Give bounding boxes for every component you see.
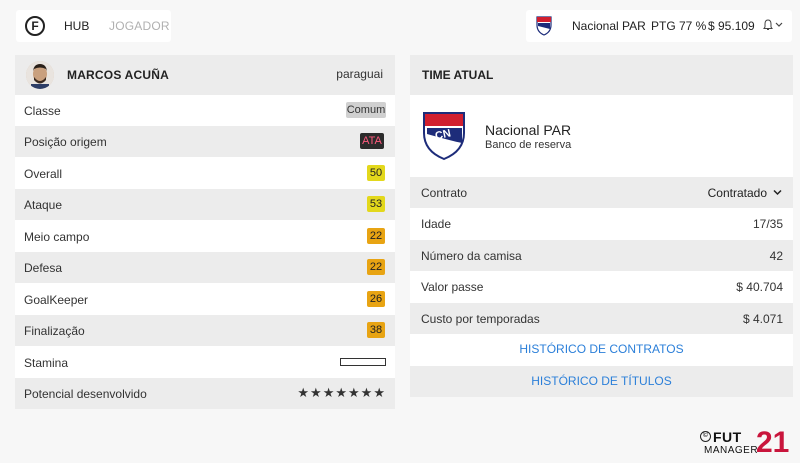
brand-manager: MANAGER <box>704 445 759 456</box>
potential-stars: ★★★★★★★ <box>297 385 386 400</box>
brand-year: 21 <box>756 426 790 459</box>
contract-dropdown[interactable]: Contrato Contratado <box>410 177 793 208</box>
row-label: Contrato <box>421 186 468 200</box>
tab-hub[interactable]: HUB <box>64 19 89 33</box>
fut-logo-icon[interactable]: F <box>25 16 45 36</box>
avatar <box>26 61 54 89</box>
row-label: Ataque <box>24 198 63 212</box>
row-value: 17/35 <box>752 217 783 231</box>
meio-campo-value: 22 <box>367 228 385 244</box>
finalizacao-value: 38 <box>367 322 385 338</box>
bell-icon <box>763 19 783 30</box>
club-crest-icon: CN <box>423 112 465 161</box>
overall-value: 50 <box>367 165 385 181</box>
ptg-value: PTG 77 % <box>651 19 707 33</box>
top-bar: F HUB JOGADOR Nacional PAR PTG 77 % $ 95… <box>16 10 792 42</box>
club-name: Nacional PAR <box>572 19 646 33</box>
row-goalkeeper: GoalKeeper 26 <box>15 284 395 315</box>
team-name: Nacional PAR <box>485 122 572 138</box>
row-value: $ 40.704 <box>736 280 783 294</box>
notifications-button[interactable] <box>763 19 783 34</box>
row-label: Defesa <box>24 261 63 275</box>
row-value: 42 <box>769 249 783 263</box>
row-classe: Classe Comum <box>15 95 395 126</box>
row-overall: Overall 50 <box>15 158 395 189</box>
club-crest-icon <box>536 16 552 36</box>
row-label: Classe <box>24 104 61 118</box>
row-posicao: Posição origem ATA <box>15 126 395 157</box>
row-defesa: Defesa 22 <box>15 252 395 283</box>
row-label: Potencial desenvolvido <box>24 387 147 401</box>
brand-fut: FUT <box>713 429 742 445</box>
row-label: Stamina <box>24 356 69 370</box>
stamina-bar <box>340 358 386 366</box>
row-label: Valor passe <box>421 280 484 294</box>
defesa-value: 22 <box>367 259 385 275</box>
player-name: MARCOS ACUÑA <box>67 68 169 82</box>
team-panel-title: TIME ATUAL <box>422 68 494 82</box>
row-ataque: Ataque 53 <box>15 189 395 220</box>
contract-value[interactable]: Contratado <box>708 186 767 200</box>
titles-history-link[interactable]: HISTÓRICO DE TÍTULOS <box>410 366 793 397</box>
row-label: Finalização <box>24 324 85 338</box>
player-nation: paraguai <box>336 67 383 81</box>
chevron-down-icon <box>773 189 782 196</box>
copyright-icon: © <box>700 431 711 442</box>
contract-history-link[interactable]: HISTÓRICO DE CONTRATOS <box>410 334 793 365</box>
fut-manager-logo: © FUT MANAGER 21 <box>700 426 790 459</box>
row-numero-camisa: Número da camisa 42 <box>410 240 793 271</box>
row-label: Número da camisa <box>421 249 522 263</box>
nav-tabs: F HUB JOGADOR <box>16 10 171 42</box>
row-label: Meio campo <box>24 230 90 244</box>
row-stamina: Stamina <box>15 347 395 378</box>
club-status: Nacional PAR PTG 77 % $ 95.109 <box>526 10 792 42</box>
goalkeeper-value: 26 <box>367 291 385 307</box>
row-label: Custo por temporadas <box>421 312 540 326</box>
row-value: $ 4.071 <box>742 312 783 326</box>
row-label: Overall <box>24 167 63 181</box>
player-panel: MARCOS ACUÑA paraguai Classe Comum Posiç… <box>15 55 395 409</box>
row-label: Idade <box>421 217 452 231</box>
row-label: Posição origem <box>24 135 107 149</box>
class-badge: Comum <box>346 102 386 118</box>
team-header: TIME ATUAL <box>410 55 793 95</box>
ataque-value: 53 <box>367 196 385 212</box>
row-meio-campo: Meio campo 22 <box>15 221 395 252</box>
row-potencial: Potencial desenvolvido ★★★★★★★ <box>15 378 395 409</box>
player-header: MARCOS ACUÑA paraguai <box>15 55 395 95</box>
row-label: GoalKeeper <box>24 293 89 307</box>
team-role: Banco de reserva <box>485 139 572 151</box>
team-panel: TIME ATUAL CN Nacional PAR Banco de rese… <box>410 55 793 397</box>
row-finalizacao: Finalização 38 <box>15 315 395 346</box>
row-valor-passe: Valor passe $ 40.704 <box>410 271 793 302</box>
row-custo-temporadas: Custo por temporadas $ 4.071 <box>410 303 793 334</box>
money-value: $ 95.109 <box>708 19 755 33</box>
position-badge: ATA <box>360 133 384 149</box>
row-idade: Idade 17/35 <box>410 208 793 239</box>
tab-jogador[interactable]: JOGADOR <box>109 19 170 33</box>
